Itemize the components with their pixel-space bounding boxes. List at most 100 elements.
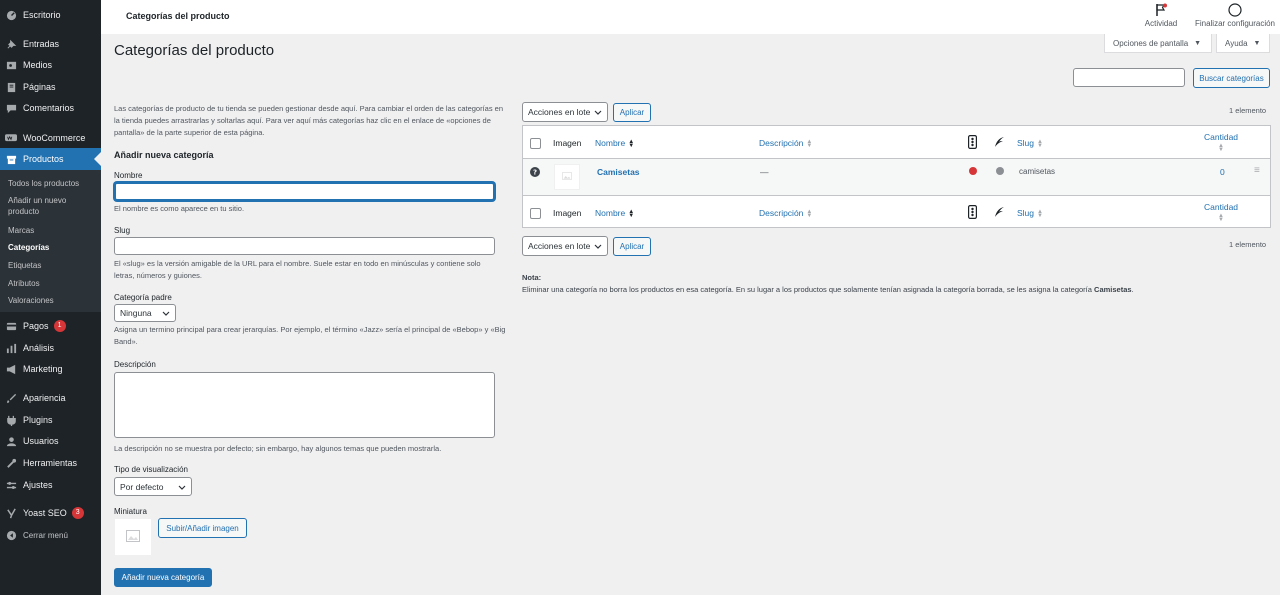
menu-item-herramientas[interactable]: Herramientas (0, 452, 101, 474)
feather-icon[interactable] (994, 206, 1005, 220)
top-header: Categorías del producto Actividad Finali… (101, 0, 1280, 34)
column-name-label: Nombre (595, 138, 626, 148)
column-slug[interactable]: Slug ▲ ▼ (1017, 208, 1043, 219)
activity-button[interactable]: Actividad (1141, 3, 1181, 28)
bulk-select-value: Acciones en lote (528, 241, 591, 251)
feather-icon[interactable] (994, 136, 1005, 150)
menu-label: Páginas (23, 82, 56, 92)
menu-item-yoast-seo[interactable]: Yoast SEO 3 (0, 502, 101, 524)
parent-category-select[interactable]: Ninguna (114, 304, 176, 322)
add-category-submit[interactable]: Añadir nueva categoría (114, 568, 212, 587)
bulk-select-value: Acciones en lote (528, 107, 591, 117)
question-circle-icon[interactable]: ? (530, 167, 540, 179)
name-input[interactable] (114, 182, 495, 201)
search-categories-button[interactable]: Buscar categorías (1193, 68, 1270, 88)
chevron-down-icon (594, 241, 602, 251)
upload-image-button[interactable]: Subir/Añadir imagen (158, 518, 247, 538)
slug-help: El «slug» es la versión amigable de la U… (114, 259, 481, 280)
traffic-light-icon[interactable] (968, 135, 978, 151)
finish-setup-button[interactable]: Finalizar configuración (1190, 3, 1280, 28)
menu-item-woocommerce[interactable]: WooCommerce (0, 127, 101, 149)
apply-button-bottom[interactable]: Aplicar (613, 237, 651, 256)
display-type-select[interactable]: Por defecto (114, 477, 192, 496)
submenu-atributos[interactable]: Atributos (8, 278, 98, 289)
bulk-actions-select-top[interactable]: Acciones en lote (522, 102, 608, 122)
menu-label: Cerrar menú (23, 530, 68, 540)
sort-icon: ▲ ▼ (1218, 212, 1224, 223)
menu-label: WooCommerce (23, 133, 86, 143)
column-slug[interactable]: Slug ▲ ▼ (1017, 138, 1043, 149)
submenu-categorias[interactable]: Categorías (8, 242, 98, 253)
name-label: Nombre (114, 171, 143, 180)
image-placeholder-icon (562, 172, 572, 182)
progress-circle-icon (1228, 3, 1242, 17)
category-slug: camisetas (1019, 167, 1056, 176)
finish-setup-label: Finalizar configuración (1194, 19, 1276, 28)
apply-button-top[interactable]: Aplicar (613, 103, 651, 122)
menu-item-plugins[interactable]: Plugins (0, 409, 101, 431)
display-select-value: Por defecto (120, 481, 164, 492)
traffic-light-icon[interactable] (968, 205, 978, 221)
table-row[interactable]: ? Camisetas — camisetas 0 ≡ (523, 159, 1270, 195)
submenu-marcas[interactable]: Marcas (8, 225, 98, 236)
category-count-link[interactable]: 0 (1220, 167, 1225, 177)
menu-item-apariencia[interactable]: Apariencia (0, 387, 101, 409)
sort-icon: ▲ ▼ (806, 208, 813, 219)
menu-label: Comentarios (23, 103, 75, 113)
menu-item-pagos[interactable]: Pagos 1 (0, 315, 101, 337)
bulk-actions-select-bottom[interactable]: Acciones en lote (522, 236, 608, 256)
menu-label: Yoast SEO (23, 508, 67, 518)
select-all-checkbox[interactable] (530, 208, 541, 219)
submenu-todos-productos[interactable]: Todos los productos (8, 178, 98, 189)
menu-label: Usuarios (23, 436, 59, 446)
chevron-down-icon (594, 107, 602, 117)
submenu-etiquetas[interactable]: Etiquetas (8, 260, 98, 271)
note-text: Eliminar una categoría no borra los prod… (522, 284, 1270, 296)
column-description[interactable]: Descripción ▲ ▼ (759, 208, 813, 219)
help-label: Ayuda (1225, 38, 1248, 48)
users-icon (5, 435, 17, 447)
page-icon (5, 81, 17, 93)
screen-options-button[interactable]: Opciones de pantalla ▼ (1104, 34, 1212, 53)
column-name[interactable]: Nombre ▲ ▼ (595, 138, 635, 149)
menu-item-paginas[interactable]: Páginas (0, 76, 101, 98)
item-count-bottom: 1 elemento (1229, 240, 1267, 249)
sort-icon: ▲ ▼ (628, 138, 635, 149)
menu-item-ajustes[interactable]: Ajustes (0, 474, 101, 496)
drag-handle-icon[interactable]: ≡ (1254, 165, 1260, 176)
select-all-checkbox[interactable] (530, 138, 541, 149)
woo-icon (5, 132, 17, 144)
submenu-anadir-producto[interactable]: Añadir un nuevo producto (8, 195, 98, 217)
sort-icon: ▲ ▼ (1037, 138, 1043, 149)
menu-item-escritorio[interactable]: Escritorio (0, 4, 101, 26)
chart-icon (5, 342, 17, 354)
column-count[interactable]: Cantidad ▲ ▼ (1204, 132, 1238, 153)
tools-icon (5, 457, 17, 469)
menu-item-productos[interactable]: Productos (0, 148, 101, 170)
menu-item-comentarios[interactable]: Comentarios (0, 97, 101, 119)
sort-icon: ▲ ▼ (806, 138, 813, 149)
description-textarea[interactable] (114, 372, 495, 438)
display-type-label: Tipo de visualización (114, 465, 188, 474)
menu-item-entradas[interactable]: Entradas (0, 33, 101, 55)
brush-icon (5, 392, 17, 404)
menu-item-analisis[interactable]: Análisis (0, 337, 101, 359)
category-name-link[interactable]: Camisetas (597, 167, 640, 177)
menu-label: Medios (23, 60, 53, 70)
column-name[interactable]: Nombre ▲ ▼ (595, 208, 634, 219)
column-count[interactable]: Cantidad ▲ ▼ (1204, 202, 1238, 223)
menu-item-usuarios[interactable]: Usuarios (0, 430, 101, 452)
menu-label: Análisis (23, 343, 55, 353)
column-description[interactable]: Descripción ▲ ▼ (759, 138, 813, 149)
menu-item-marketing[interactable]: Marketing (0, 358, 101, 380)
submenu-valoraciones[interactable]: Valoraciones (8, 295, 98, 306)
slug-input[interactable] (114, 237, 495, 255)
collapse-menu-button[interactable]: Cerrar menú (0, 524, 101, 546)
menu-label: Entradas (23, 39, 60, 49)
gray-status-dot (996, 167, 1004, 177)
menu-item-medios[interactable]: Medios (0, 54, 101, 76)
search-input[interactable] (1073, 68, 1185, 87)
help-button[interactable]: Ayuda ▼ (1216, 34, 1270, 53)
pin-icon (5, 38, 17, 50)
table-footer: Imagen Nombre ▲ ▼ Descripción ▲ ▼ Slug ▲ ▼ Can… (523, 195, 1270, 228)
